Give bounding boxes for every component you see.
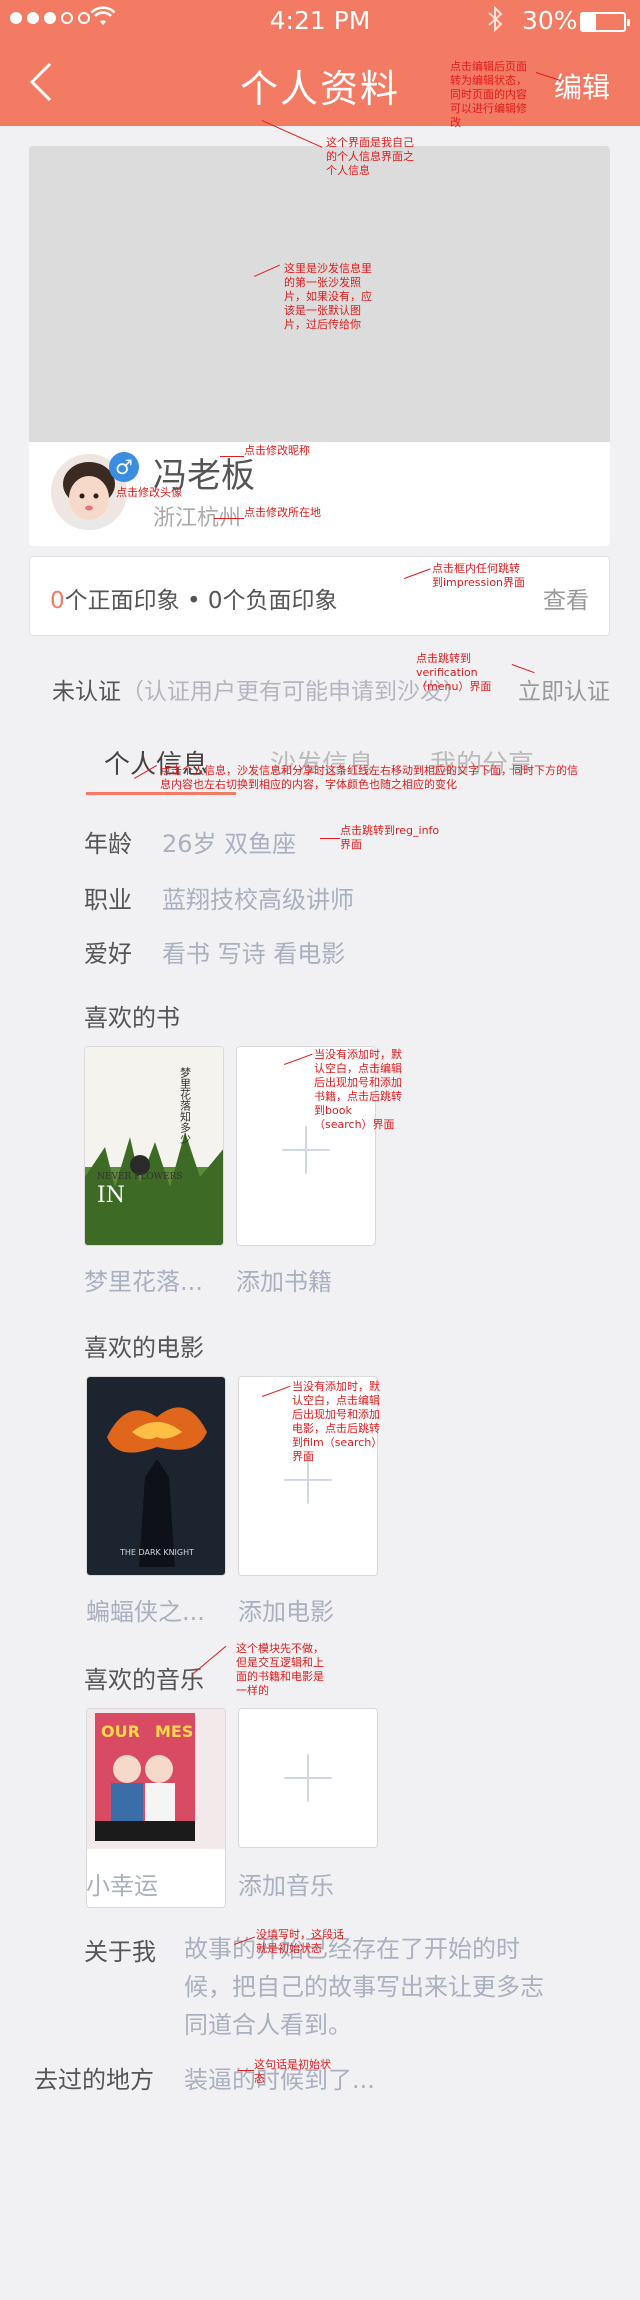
info-value: 26岁 双鱼座 — [162, 830, 297, 858]
annotation-avatar: 点击修改头像 — [116, 486, 182, 499]
info-label: 职业 — [84, 886, 132, 914]
edit-button[interactable]: 编辑 — [554, 66, 610, 106]
male-icon: ♂ — [109, 452, 139, 482]
book-item[interactable]: NEVER FLOWERS IN 梦里花落知多少 — [84, 1046, 224, 1246]
annotation-music: 这个模块先不做，但是交互逻辑和上面的书籍和电影是一样的 — [236, 1642, 324, 1697]
svg-text:IN: IN — [97, 1183, 125, 1208]
impression-text: 0个正面印象 • 0个负面印象 — [50, 581, 337, 615]
annotation-movie-add: 当没有添加时，默认空白，点击编辑后出现加号和添加电影，点击后跳转到film（se… — [292, 1380, 380, 1463]
verify-now-link[interactable]: 立即认证 — [512, 672, 610, 706]
annotation-title: 这个界面是我自己的个人信息界面之个人信息 — [326, 136, 414, 177]
annotation-edit: 点击编辑后页面转为编辑状态，同时页面的内容可以进行编辑修改 — [450, 60, 527, 129]
annotation-reg: 点击跳转到reg_info 界面 — [340, 824, 440, 851]
battery-icon — [580, 12, 630, 32]
plus-icon — [284, 1754, 332, 1802]
annotation-line — [220, 456, 244, 457]
nav-bar: 个人资料 编辑 — [0, 40, 640, 126]
info-label: 年龄 — [84, 830, 132, 858]
visited-label: 去过的地方 — [34, 2066, 154, 2094]
add-music-label: 添加音乐 — [238, 1872, 334, 1900]
info-row-hobbies[interactable]: 爱好 看书 写诗 看电影 — [84, 934, 345, 969]
info-row-job[interactable]: 职业 蓝翔技校高级讲师 — [84, 880, 354, 915]
bluetooth-icon — [487, 5, 503, 38]
add-book-label: 添加书籍 — [236, 1268, 332, 1296]
music-title: 小幸运 — [86, 1872, 158, 1900]
annotation-visited: 这句话是初始状态 — [254, 2058, 331, 2085]
location[interactable]: 浙江杭州 — [153, 500, 241, 532]
svg-text:梦里花落知多少: 梦里花落知多少 — [179, 1067, 192, 1144]
annotation-nickname: 点击修改昵称 — [244, 444, 310, 457]
battery-percent: 30% — [522, 6, 578, 35]
svg-text:NEVER FLOWERS: NEVER FLOWERS — [97, 1172, 183, 1182]
annotation-about: 没填写时，这段话就是初始状态 — [256, 1928, 344, 1955]
annotation-verify: 点击跳转到verification（menu）界面 — [416, 652, 492, 693]
annotation-tabs: 点击个人信息，沙发信息和分享时这条红线左右移动到相应的文字下面，同时下方的信息内… — [160, 764, 578, 791]
info-label: 爱好 — [84, 940, 132, 968]
page-title: 个人资料 — [239, 67, 400, 111]
info-value: 看书 写诗 看电影 — [162, 940, 346, 968]
info-row-age[interactable]: 年龄 26岁 双鱼座 — [84, 824, 296, 859]
annotation-cover: 这里是沙发信息里的第一张沙发照片，如果没有，应该是一张默认图片，过后传给你 — [284, 262, 372, 331]
svg-text:MES: MES — [155, 1722, 193, 1741]
about-label: 关于我 — [84, 1938, 156, 1966]
svg-text:OUR: OUR — [101, 1722, 140, 1741]
movies-heading: 喜欢的电影 — [84, 1334, 204, 1362]
book-title: 梦里花落... — [84, 1268, 203, 1296]
annotation-location: 点击修改所在地 — [244, 506, 321, 519]
about-text[interactable]: 故事的开始已经存在了开始的时候，把自己的故事写出来让更多志同道合人看到。 — [184, 1930, 564, 2044]
status-bar: 4:21 PM 30% — [0, 0, 640, 40]
movie-title: 蝙蝠侠之... — [86, 1598, 205, 1626]
impression-summary: 个正面印象 • 0个负面印象 — [64, 588, 338, 614]
movie-item[interactable]: THE DARK KNIGHT — [86, 1376, 226, 1576]
annotation-line — [320, 838, 340, 839]
verification-status: 未认证 — [52, 679, 121, 705]
annotation-book-add: 当没有添加时，默认空白，点击编辑后出现加号和添加书籍，点击后跳转到book（se… — [314, 1048, 402, 1131]
view-impressions-link[interactable]: 查看 — [543, 581, 589, 615]
annotation-impress: 点击框内任何跳转到impression界面 — [432, 562, 526, 589]
verification-hint: （认证用户更有可能申请到沙发） — [121, 679, 466, 705]
add-music-button[interactable] — [238, 1708, 378, 1848]
svg-text:THE DARK KNIGHT: THE DARK KNIGHT — [119, 1548, 194, 1557]
add-movie-label: 添加电影 — [238, 1598, 334, 1626]
books-heading: 喜欢的书 — [84, 1004, 180, 1032]
annotation-line — [238, 2070, 254, 2071]
music-heading: 喜欢的音乐 — [84, 1666, 204, 1694]
info-value: 蓝翔技校高级讲师 — [162, 886, 354, 914]
annotation-line — [214, 518, 244, 519]
impression-positive-count: 0 — [50, 588, 65, 614]
tab-indicator — [86, 792, 236, 795]
